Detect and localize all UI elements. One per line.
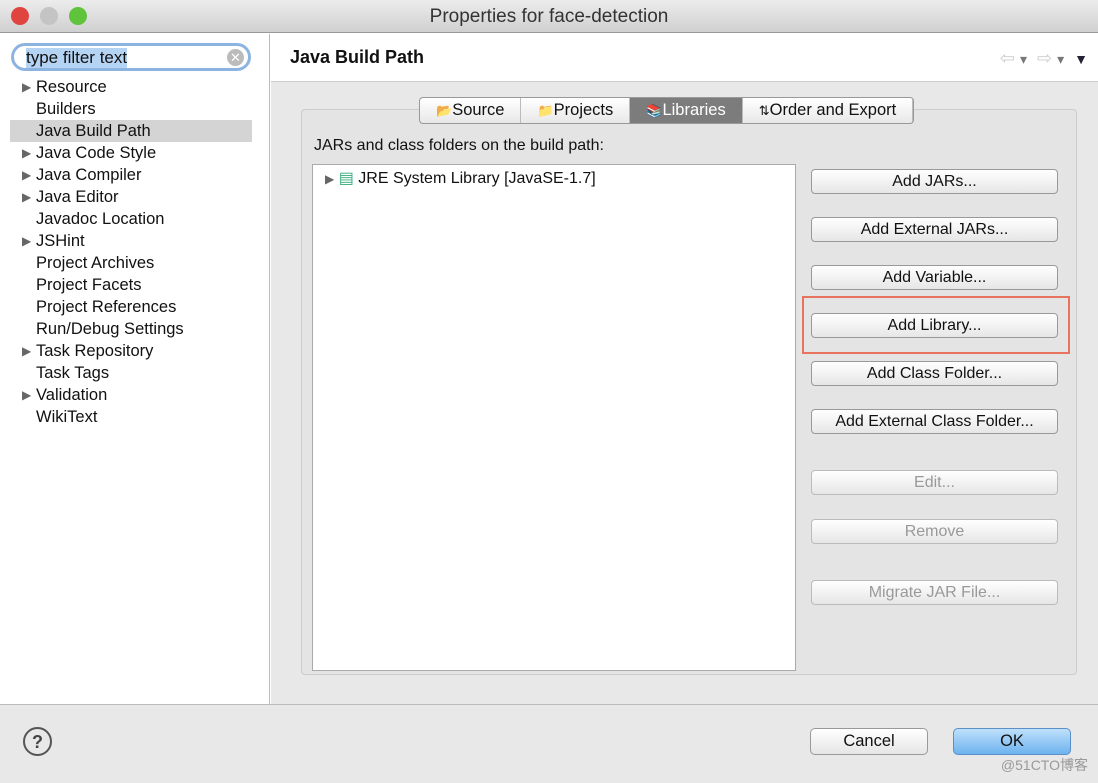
build-path-list[interactable]: ▶ ▤ JRE System Library [JavaSE-1.7] [312, 164, 796, 671]
sidebar-item-label: Task Tags [36, 364, 110, 382]
sidebar-item[interactable]: Builders [10, 98, 252, 120]
filter-text[interactable]: type filter text [26, 48, 128, 68]
back-menu-icon[interactable]: ▾ [1020, 51, 1027, 67]
expand-icon[interactable]: ▶ [22, 76, 31, 98]
expand-icon[interactable]: ▶ [22, 142, 31, 164]
sidebar-item-label: Java Compiler [36, 166, 142, 184]
clear-icon[interactable]: ✕ [227, 49, 244, 66]
sidebar-item-label: Resource [36, 78, 107, 96]
entry-label: JRE System Library [JavaSE-1.7] [358, 170, 596, 187]
sidebar-item[interactable]: Java Build Path [10, 120, 252, 142]
window-title: Properties for face-detection [429, 6, 669, 27]
sidebar-item[interactable]: ▶ Resource [10, 76, 252, 98]
sidebar-item[interactable]: Project References [10, 296, 252, 318]
tab-libraries[interactable]: 📚Libraries [630, 98, 743, 123]
forward-menu-icon[interactable]: ▾ [1057, 51, 1064, 67]
sidebar-item-label: Java Build Path [36, 122, 151, 140]
source-folder-icon: 📂 [436, 103, 453, 118]
library-icon: ▤ [338, 170, 354, 187]
sidebar-item-label: Java Code Style [36, 144, 157, 162]
remove-button[interactable]: Remove [811, 519, 1058, 544]
tab-source[interactable]: 📂Source [420, 98, 522, 123]
list-item[interactable]: ▶ ▤ JRE System Library [JavaSE-1.7] [325, 168, 596, 188]
migrate-jar-file-button[interactable]: Migrate JAR File... [811, 580, 1058, 605]
tab-order-and-export[interactable]: ⇅Order and Export [743, 98, 914, 123]
order-icon: ⇅ [758, 103, 770, 118]
sidebar-item[interactable]: ▶ Java Editor [10, 186, 252, 208]
tab-bar: 📂Source 📁Projects 📚Libraries ⇅Order and Exp… [419, 97, 915, 124]
list-label: JARs and class folders on the build path… [314, 137, 604, 154]
expand-icon[interactable]: ▶ [22, 340, 31, 362]
sidebar-item-label: Javadoc Location [36, 210, 165, 228]
add-external-jars-button[interactable]: Add External JARs... [811, 217, 1058, 242]
sidebar-item-label: Project Facets [36, 276, 142, 294]
library-icon: 📚 [646, 103, 663, 118]
tab-label: Source [452, 101, 505, 119]
main-panel: Java Build Path ⇦ ▾ ⇨ ▾ ▼ 📂Source 📁Projec… [271, 34, 1098, 704]
sidebar-item-label: Project Archives [36, 254, 155, 272]
sidebar-item[interactable]: ▶ Task Repository [10, 340, 252, 362]
sidebar-item[interactable]: WikiText [10, 406, 252, 428]
sidebar-item[interactable]: Task Tags [10, 362, 252, 384]
sidebar-item[interactable]: Run/Debug Settings [10, 318, 252, 340]
add-variable-button[interactable]: Add Variable... [811, 265, 1058, 290]
sidebar-item[interactable]: Project Facets [10, 274, 252, 296]
expand-icon[interactable]: ▶ [325, 172, 334, 186]
watermark: @51CTO博客 [1000, 757, 1088, 773]
expand-icon[interactable]: ▶ [22, 186, 31, 208]
help-button[interactable]: ? [23, 727, 52, 756]
minimize-window-button[interactable] [40, 7, 58, 25]
sidebar-item-label: Project References [36, 298, 177, 316]
folder-icon: 📁 [537, 103, 554, 118]
add-external-class-folder-button[interactable]: Add External Class Folder... [811, 409, 1058, 434]
sidebar-item[interactable]: ▶ JSHint [10, 230, 252, 252]
page-header: Java Build Path ⇦ ▾ ⇨ ▾ ▼ [271, 34, 1098, 82]
sidebar: type filter text ✕ ▶ Resource Builders Java… [0, 34, 270, 704]
sidebar-item[interactable]: ▶ Java Compiler [10, 164, 252, 186]
page-title: Java Build Path [290, 47, 425, 67]
zoom-window-button[interactable] [69, 7, 87, 25]
ok-button[interactable]: OK [953, 728, 1071, 755]
expand-icon[interactable]: ▶ [22, 164, 31, 186]
close-window-button[interactable] [11, 7, 29, 25]
view-menu-icon[interactable]: ▼ [1074, 51, 1088, 67]
tab-label: Projects [553, 101, 614, 119]
tab-label: Libraries [662, 101, 726, 119]
sidebar-item-label: Validation [36, 386, 108, 404]
sidebar-item-label: Builders [36, 100, 96, 118]
back-icon[interactable]: ⇦ [1000, 48, 1015, 68]
title-bar: Properties for face-detection [0, 0, 1098, 33]
sidebar-item[interactable]: Project Archives [10, 252, 252, 274]
sidebar-item-label: WikiText [36, 408, 98, 426]
sidebar-item-label: Java Editor [36, 188, 119, 206]
sidebar-item[interactable]: Javadoc Location [10, 208, 252, 230]
add-jars-button[interactable]: Add JARs... [811, 169, 1058, 194]
sidebar-item-label: Run/Debug Settings [36, 320, 184, 338]
sidebar-item-label: Task Repository [36, 342, 154, 360]
expand-icon[interactable]: ▶ [22, 384, 31, 406]
add-library-button[interactable]: Add Library... [811, 313, 1058, 338]
sidebar-item[interactable]: ▶ Java Code Style [10, 142, 252, 164]
expand-icon[interactable]: ▶ [22, 230, 31, 252]
properties-tree: ▶ Resource Builders Java Build Path ▶ Java Co… [10, 76, 252, 428]
add-class-folder-button[interactable]: Add Class Folder... [811, 361, 1058, 386]
tab-projects[interactable]: 📁Projects [521, 98, 631, 123]
filter-input[interactable]: type filter text ✕ [11, 43, 251, 71]
tab-label: Order and Export [769, 101, 897, 119]
cancel-button[interactable]: Cancel [810, 728, 928, 755]
forward-icon[interactable]: ⇨ [1037, 48, 1052, 68]
sidebar-item-label: JSHint [36, 232, 85, 250]
edit-button[interactable]: Edit... [811, 470, 1058, 495]
sidebar-item[interactable]: ▶ Validation [10, 384, 252, 406]
footer: ? Cancel OK @51CTO博客 [0, 704, 1098, 783]
